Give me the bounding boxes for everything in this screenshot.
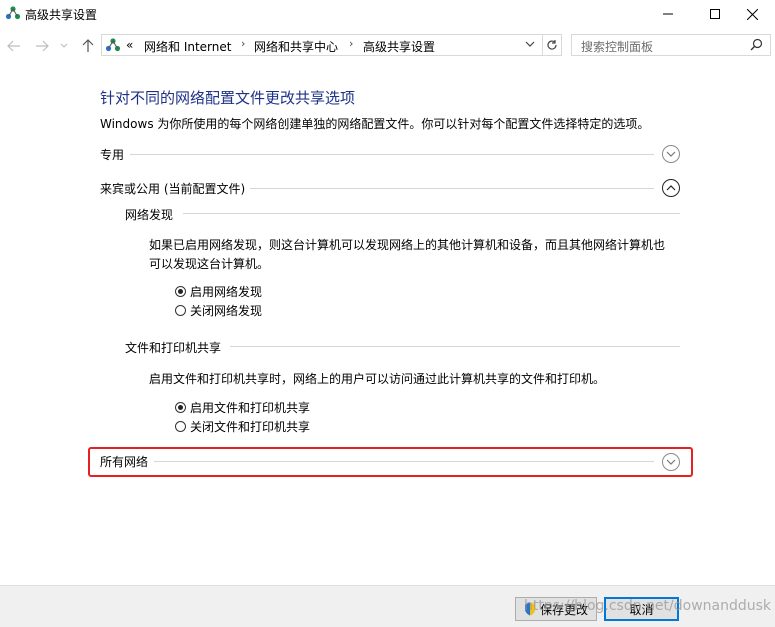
radio-disable-file-sharing[interactable]: 关闭文件和打印机共享 — [175, 418, 310, 435]
close-button[interactable] — [729, 0, 775, 28]
breadcrumb-separator[interactable]: › — [349, 37, 353, 50]
breadcrumb-advanced-sharing[interactable]: 高级共享设置 — [363, 38, 435, 55]
expand-private-button[interactable] — [662, 145, 680, 163]
radio-label: 关闭文件和打印机共享 — [190, 420, 311, 434]
search-placeholder: 搜索控制面板 — [581, 40, 654, 54]
page-title: 针对不同的网络配置文件更改共享选项 — [100, 89, 356, 107]
up-arrow-icon — [82, 39, 94, 52]
collapse-public-button[interactable] — [662, 179, 680, 197]
radio-label: 关闭网络发现 — [190, 304, 263, 318]
maximize-icon — [710, 9, 720, 19]
network-location-icon — [105, 38, 121, 52]
back-arrow-icon — [7, 40, 20, 52]
radio-button[interactable] — [175, 305, 186, 316]
up-button[interactable] — [78, 36, 98, 56]
forward-button[interactable] — [32, 36, 52, 56]
address-dropdown-icon[interactable] — [524, 38, 536, 50]
radio-disable-discovery[interactable]: 关闭网络发现 — [175, 302, 262, 319]
divider — [183, 213, 680, 214]
chevron-up-icon — [666, 185, 676, 191]
radio-enable-discovery[interactable]: 启用网络发现 — [175, 283, 262, 300]
forward-arrow-icon — [36, 40, 49, 52]
chevron-down-icon — [60, 43, 68, 48]
footer-divider — [0, 585, 775, 586]
chevron-down-icon — [666, 459, 676, 465]
network-discovery-title: 网络发现 — [125, 208, 174, 222]
highlight-box — [88, 447, 693, 477]
breadcrumb-overflow[interactable]: « — [126, 38, 133, 52]
radio-button[interactable] — [175, 421, 186, 432]
file-printer-sharing-title: 文件和打印机共享 — [125, 341, 222, 355]
radio-label: 启用网络发现 — [190, 285, 263, 299]
watermark: https://blog.csdn.net/downanddusk — [524, 598, 772, 614]
radio-button[interactable] — [175, 286, 186, 297]
profile-public-label[interactable]: 来宾或公用 (当前配置文件) — [100, 180, 245, 197]
refresh-button[interactable] — [542, 34, 562, 56]
profile-private-label[interactable]: 专用 — [100, 146, 124, 163]
back-button[interactable] — [4, 36, 24, 56]
radio-enable-file-sharing[interactable]: 启用文件和打印机共享 — [175, 399, 310, 416]
minimize-button[interactable] — [645, 0, 691, 28]
minimize-icon — [663, 13, 673, 15]
divider — [230, 346, 680, 347]
network-app-icon — [5, 6, 21, 20]
breadcrumb-separator[interactable]: › — [241, 37, 245, 50]
divider — [250, 188, 654, 189]
recent-locations-button[interactable] — [58, 36, 70, 56]
close-icon — [746, 8, 758, 20]
breadcrumb-network-sharing-center[interactable]: 网络和共享中心 — [254, 38, 338, 55]
radio-label: 启用文件和打印机共享 — [190, 401, 311, 415]
breadcrumb-network-internet[interactable]: 网络和 Internet — [144, 38, 231, 55]
search-icon[interactable] — [750, 38, 763, 51]
profile-all-networks-label[interactable]: 所有网络 — [100, 453, 148, 470]
page-description: Windows 为你所使用的每个网络创建单独的网络配置文件。你可以针对每个配置文… — [100, 117, 650, 131]
divider — [154, 461, 654, 462]
file-printer-sharing-description: 启用文件和打印机共享时，网络上的用户可以访问通过此计算机共享的文件和打印机。 — [149, 372, 606, 386]
expand-all-networks-button[interactable] — [662, 453, 680, 471]
network-discovery-description: 如果已启用网络发现，则这台计算机可以发现网络上的其他计算机和设备，而且其他网络计… — [149, 238, 666, 271]
divider — [130, 154, 654, 155]
window-title: 高级共享设置 — [25, 8, 98, 22]
chevron-down-icon — [666, 151, 676, 157]
radio-button[interactable] — [175, 402, 186, 413]
refresh-icon — [546, 40, 557, 50]
